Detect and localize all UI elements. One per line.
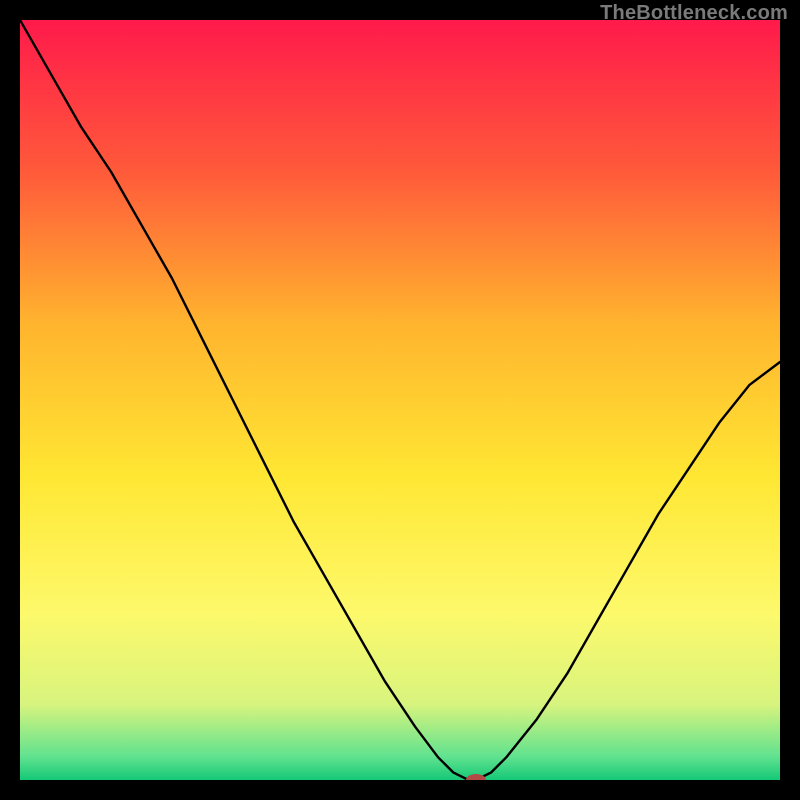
watermark-text: TheBottleneck.com [600,2,788,25]
chart-background [20,20,780,780]
chart-svg [20,20,780,780]
chart-plot [20,20,780,780]
chart-frame: TheBottleneck.com [0,0,800,800]
